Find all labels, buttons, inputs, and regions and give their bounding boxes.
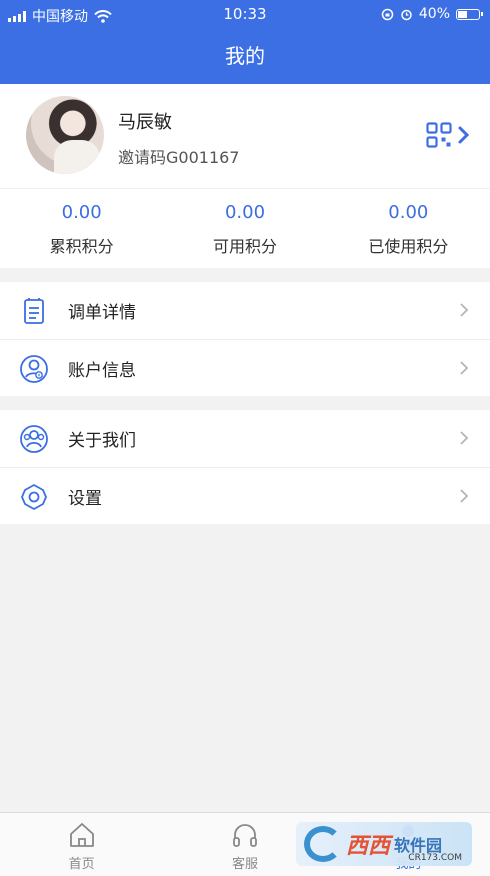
gear-icon [21,484,47,510]
menu-group-1: 调单详情 账户信息 [0,282,490,396]
menu-item-settings[interactable]: 设置 [0,467,490,524]
points-available[interactable]: 0.00 可用积分 [163,189,326,268]
chevron-right-icon [460,361,469,375]
alarm-icon [401,9,412,20]
document-icon [24,298,44,324]
page-title: 我的 [225,44,265,68]
avatar[interactable] [26,96,104,174]
point-value: 0.00 [224,202,266,223]
tab-label: 首页 [68,857,95,872]
menu-item-order-details[interactable]: 调单详情 [0,282,490,339]
points-summary: 0.00 累积积分 0.00 可用积分 0.00 已使用积分 [0,188,490,268]
watermark-text: 西西 [346,834,391,859]
menu-item-label: 账户信息 [68,360,136,381]
point-label: 可用积分 [212,237,277,256]
menu-item-label: 关于我们 [68,431,136,451]
tab-home[interactable]: 首页 [0,813,163,876]
profile-card[interactable]: 马辰敏 邀请码G001167 [0,84,490,188]
account-icon [20,355,48,383]
point-label: 累积积分 [49,237,114,256]
menu-item-account-info[interactable]: 账户信息 [0,339,490,396]
home-icon [69,823,94,847]
menu-item-label: 调单详情 [68,303,136,323]
chevron-right-icon [460,303,469,317]
watermark-c-icon [304,826,342,862]
point-label: 已使用积分 [368,237,449,256]
chevron-right-icon [460,431,469,445]
headset-icon [233,824,257,847]
battery-percent: 40% [418,6,450,22]
chevron-right-icon [460,489,469,503]
chevron-right-icon [458,126,470,144]
qr-code-icon [426,122,452,148]
menu-item-about-us[interactable]: 关于我们 [0,410,490,467]
menu-item-label: 设置 [68,488,102,509]
watermark-logo: 西西 软件园 CR173.COM [296,822,472,866]
watermark-sub: CR173.COM [408,853,462,863]
group-icon [20,425,48,453]
point-value: 0.00 [388,202,429,223]
status-right: 40% [381,6,483,22]
qr-code-button[interactable] [426,122,470,148]
status-bar: 中国移动 10:33 40% [0,0,490,30]
battery-icon [456,8,483,20]
points-used[interactable]: 0.00 已使用积分 [327,189,490,268]
user-name: 马辰敏 [118,112,172,133]
invite-code: 邀请码G001167 [118,148,240,167]
points-accumulated[interactable]: 0.00 累积积分 [0,189,163,268]
orientation-lock-icon [381,8,394,20]
nav-bar: 我的 [0,30,490,84]
point-value: 0.00 [61,202,102,223]
menu-group-2: 关于我们 设置 [0,410,490,524]
